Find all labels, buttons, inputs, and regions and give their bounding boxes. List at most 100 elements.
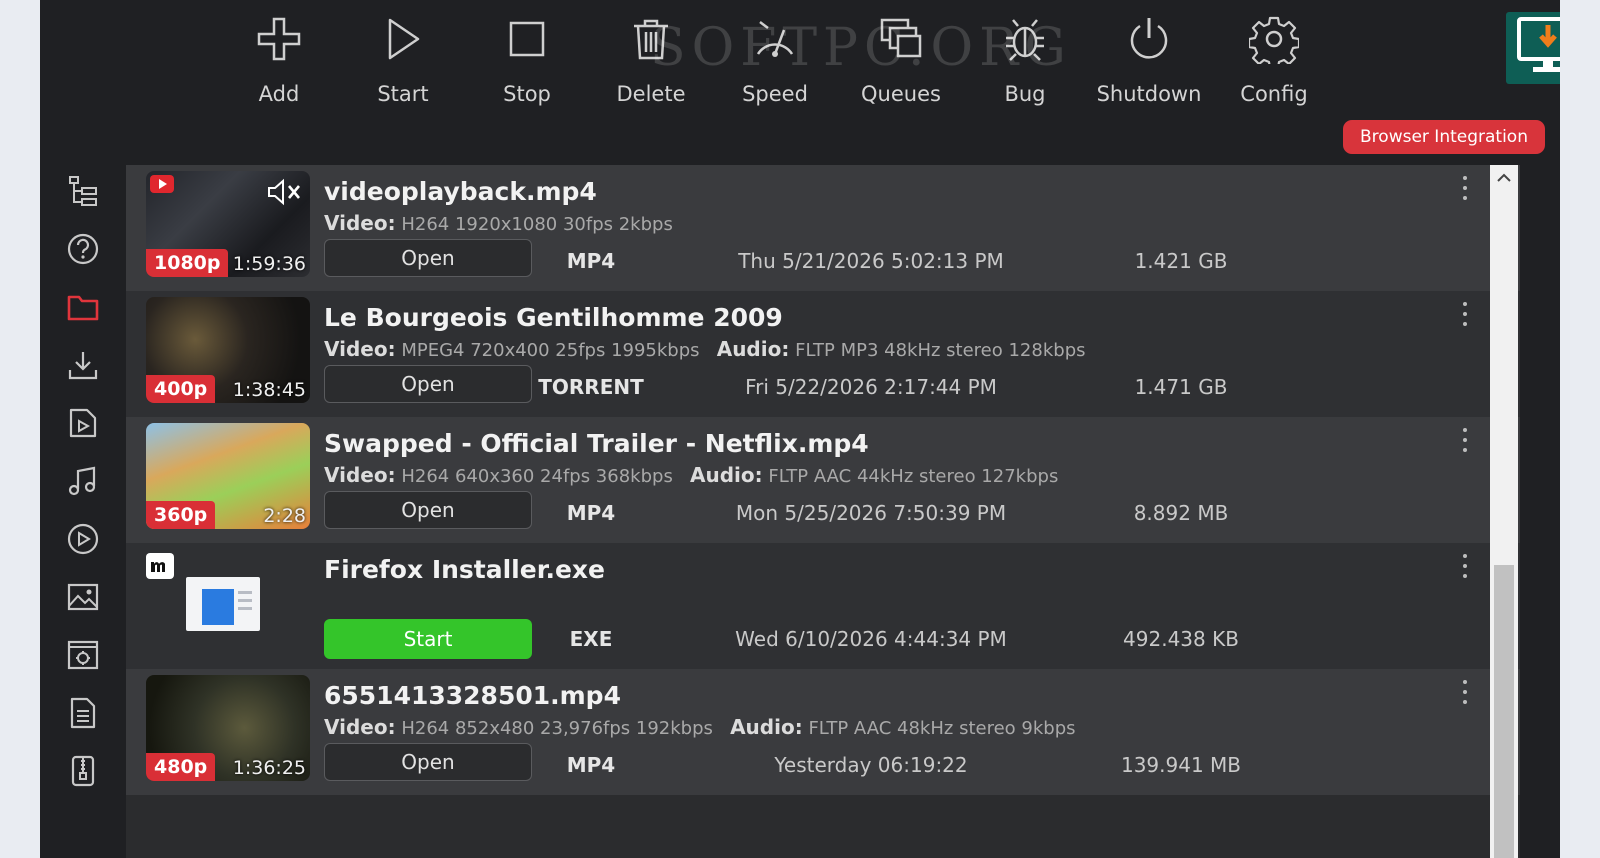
add-button[interactable]: Add <box>217 12 341 116</box>
monitor-download-icon <box>1513 15 1560 81</box>
youtube-icon <box>150 175 174 193</box>
file-title: videoplayback.mp4 <box>324 177 597 206</box>
play-icon <box>376 12 430 66</box>
start-button[interactable]: Start <box>341 12 465 116</box>
video-label: Video: <box>324 715 396 739</box>
download-row[interactable]: 480p 1:36:25 6551413328501.mp4 Video: H2… <box>126 669 1520 795</box>
download-row[interactable]: 360p 2:28 Swapped - Official Trailer - N… <box>126 417 1520 543</box>
video-thumbnail[interactable]: 400p 1:38:45 <box>146 297 310 403</box>
start-label: Start <box>377 82 429 106</box>
size-label: 492.438 KB <box>1123 627 1239 651</box>
file-title: Firefox Installer.exe <box>324 555 606 584</box>
video-thumbnail[interactable]: 360p 2:28 <box>146 423 310 529</box>
download-row[interactable]: 1080p 1:59:36 videoplayback.mp4 Video: H… <box>126 165 1520 291</box>
queues-icon <box>874 12 928 66</box>
video-info: H264 1920x1080 30fps 2kbps <box>401 214 673 235</box>
scrollbar-thumb[interactable] <box>1494 565 1514 858</box>
document-icon[interactable] <box>64 694 102 732</box>
size-label: 8.892 MB <box>1133 501 1229 525</box>
more-options-icon[interactable] <box>1458 677 1472 707</box>
duration-label: 2:28 <box>263 505 306 527</box>
video-info: H264 852x480 23,976fps 192kbps <box>401 718 713 739</box>
size-label: 139.941 MB <box>1120 753 1242 777</box>
open-button[interactable]: Open <box>324 365 532 403</box>
more-options-icon[interactable] <box>1458 173 1472 203</box>
more-options-icon[interactable] <box>1458 425 1472 455</box>
media-info: Video: H264 1920x1080 30fps 2kbps <box>324 211 673 235</box>
date-label: Mon 5/25/2026 7:50:39 PM <box>735 501 1007 525</box>
download-icon[interactable] <box>64 346 102 384</box>
shutdown-button[interactable]: Shutdown <box>1087 12 1211 116</box>
open-button[interactable]: Open <box>324 491 532 529</box>
resolution-badge: 480p <box>146 753 216 781</box>
file-type: EXE <box>569 627 613 651</box>
media-info: Video: H264 640x360 24fps 368kbps Audio:… <box>324 463 1058 487</box>
browser-integration-button[interactable]: Browser Integration <box>1343 120 1545 154</box>
date-label: Wed 6/10/2026 4:44:34 PM <box>735 627 1007 651</box>
download-row[interactable]: Firefox Installer.exe Start EXE Wed 6/10… <box>126 543 1520 669</box>
bug-icon <box>998 12 1052 66</box>
audio-info: FLTP AAC 48kHz stereo 9kbps <box>808 718 1076 739</box>
app-window: Add Start Stop Delete Speed Queues Bug S… <box>40 0 1560 858</box>
file-type: MP4 <box>566 753 616 777</box>
speed-label: Speed <box>742 82 808 106</box>
date-label: Yesterday 06:19:22 <box>774 753 968 777</box>
stop-button[interactable]: Stop <box>465 12 589 116</box>
stop-icon <box>500 12 554 66</box>
plus-icon <box>252 12 306 66</box>
bug-label: Bug <box>1004 82 1046 106</box>
queues-label: Queues <box>861 82 941 106</box>
audio-info: FLTP MP3 48kHz stereo 128kbps <box>795 340 1086 361</box>
scrollbar[interactable] <box>1490 165 1518 858</box>
video-thumbnail[interactable]: 480p 1:36:25 <box>146 675 310 781</box>
power-icon <box>1122 12 1176 66</box>
resolution-badge: 400p <box>146 375 216 403</box>
folder-icon[interactable] <box>64 288 102 326</box>
more-options-icon[interactable] <box>1458 299 1472 329</box>
archive-icon[interactable] <box>64 752 102 790</box>
media-info: Video: MPEG4 720x400 25fps 1995kbps Audi… <box>324 337 1086 361</box>
music-icon[interactable] <box>64 462 102 500</box>
open-button[interactable]: Open <box>324 239 532 277</box>
video-label: Video: <box>324 337 396 361</box>
download-list: 1080p 1:59:36 videoplayback.mp4 Video: H… <box>126 165 1520 858</box>
settings-box-icon[interactable] <box>64 636 102 674</box>
duration-label: 1:38:45 <box>232 379 306 401</box>
shutdown-label: Shutdown <box>1096 82 1202 106</box>
video-thumbnail[interactable]: 1080p 1:59:36 <box>146 171 310 277</box>
delete-label: Delete <box>616 82 686 106</box>
duration-label: 1:59:36 <box>232 253 306 275</box>
monitor-download-button[interactable] <box>1506 12 1560 84</box>
video-label: Video: <box>324 211 396 235</box>
trash-icon <box>624 12 678 66</box>
app-logo-icon <box>146 553 174 579</box>
toolbar: Add Start Stop Delete Speed Queues Bug S… <box>40 0 1560 160</box>
resolution-badge: 360p <box>146 501 216 529</box>
file-type: MP4 <box>566 501 616 525</box>
delete-button[interactable]: Delete <box>589 12 713 116</box>
config-button[interactable]: Config <box>1212 12 1336 116</box>
help-icon[interactable] <box>64 230 102 268</box>
speed-button[interactable]: Speed <box>713 12 837 116</box>
start-download-button[interactable]: Start <box>324 619 532 659</box>
duration-label: 1:36:25 <box>232 757 306 779</box>
mute-icon[interactable] <box>266 177 304 211</box>
download-row[interactable]: 400p 1:38:45 Le Bourgeois Gentilhomme 20… <box>126 291 1520 417</box>
tree-icon[interactable] <box>64 172 102 210</box>
stop-label: Stop <box>503 82 551 106</box>
image-icon[interactable] <box>64 578 102 616</box>
play-circle-icon[interactable] <box>64 520 102 558</box>
queues-button[interactable]: Queues <box>839 12 963 116</box>
scroll-up-arrow-icon[interactable] <box>1490 165 1518 191</box>
audio-info: FLTP AAC 44kHz stereo 127kbps <box>768 466 1059 487</box>
file-title: Swapped - Official Trailer - Netflix.mp4 <box>324 429 869 458</box>
date-label: Thu 5/21/2026 5:02:13 PM <box>738 249 1004 273</box>
bug-button[interactable]: Bug <box>963 12 1087 116</box>
video-file-icon[interactable] <box>64 404 102 442</box>
sidebar <box>40 160 126 858</box>
config-label: Config <box>1240 82 1308 106</box>
more-options-icon[interactable] <box>1458 551 1472 581</box>
video-info: MPEG4 720x400 25fps 1995kbps <box>401 340 700 361</box>
open-button[interactable]: Open <box>324 743 532 781</box>
video-label: Video: <box>324 463 396 487</box>
